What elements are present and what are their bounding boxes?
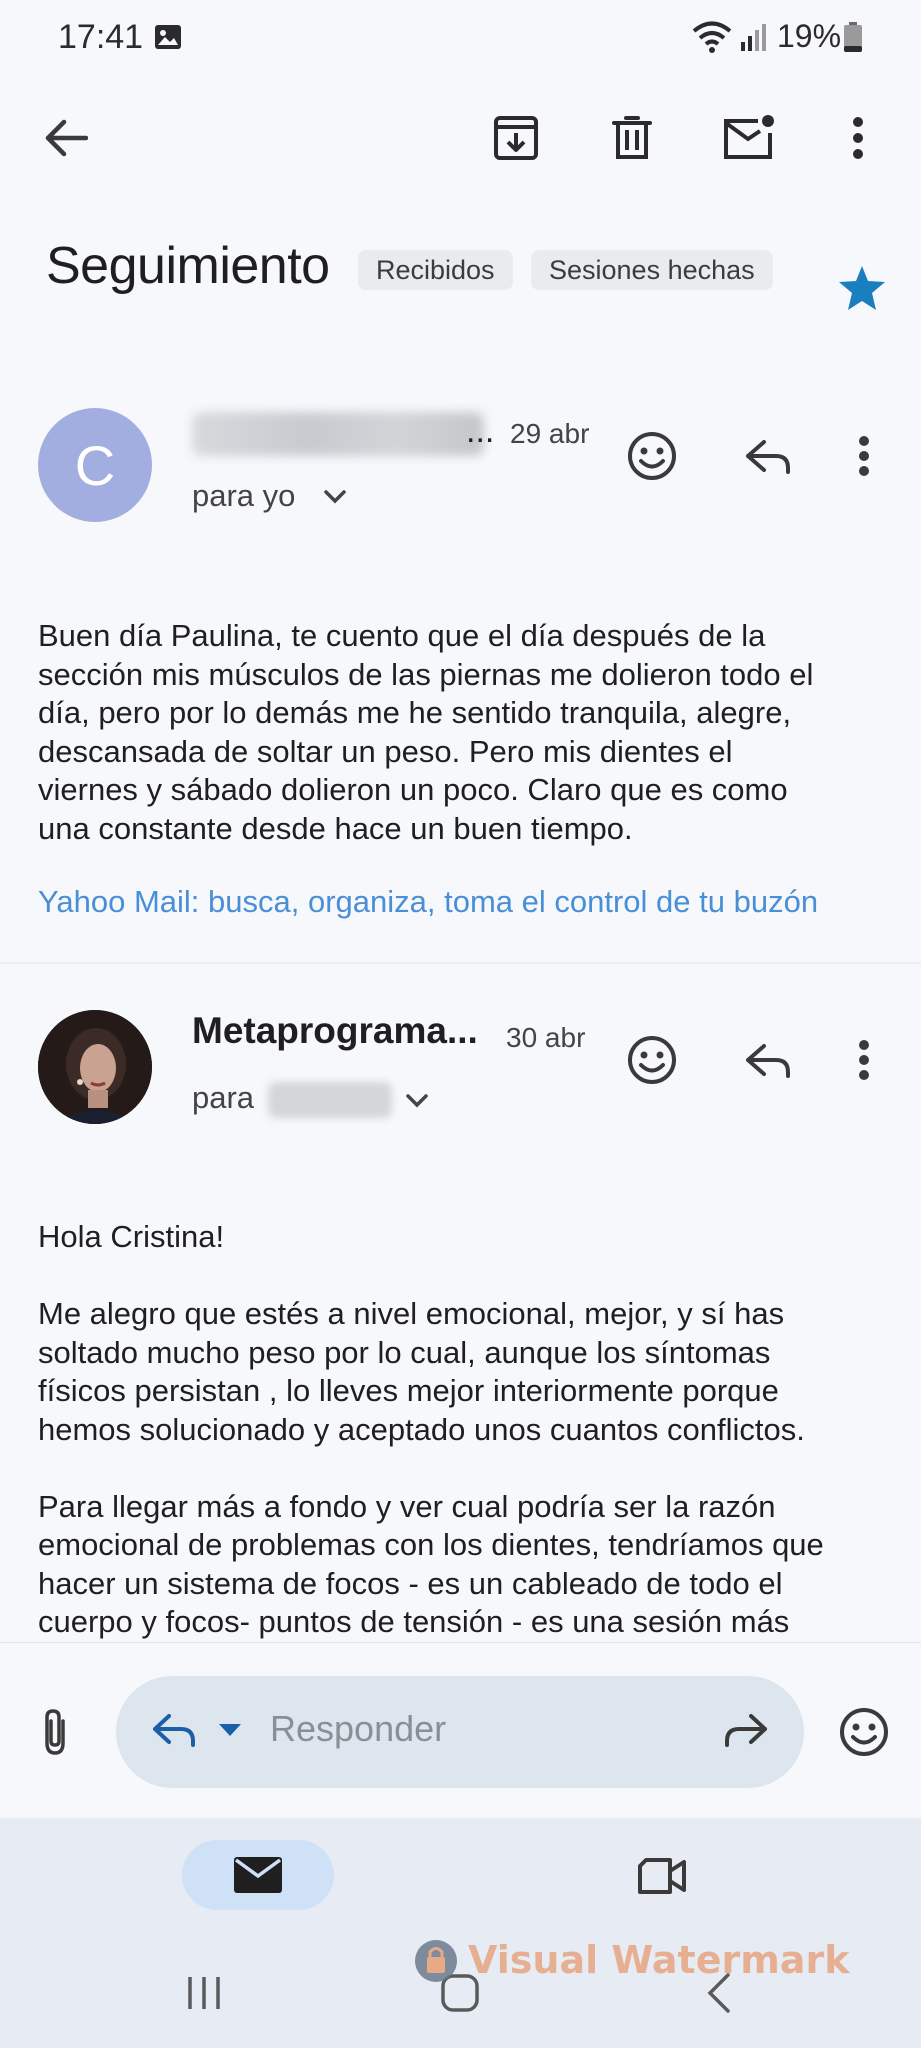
sender-name[interactable]: Metaprograma...: [192, 1010, 478, 1052]
message-divider: [0, 962, 921, 964]
more-vertical-icon: [859, 436, 869, 476]
body-line: una constante desde hace un buen tiempo.: [38, 810, 633, 846]
status-bar: 17:41 19%: [0, 0, 921, 76]
mail-icon: [234, 1857, 282, 1893]
body-line: hemos solucionado y aceptado unos cuanto…: [38, 1411, 805, 1447]
video-camera-icon: [638, 1858, 686, 1894]
recipient-name-blurred: [268, 1082, 392, 1118]
more-vertical-icon: [853, 117, 863, 159]
back-button[interactable]: [36, 108, 96, 168]
reply-icon: [746, 1044, 790, 1078]
watermark-text: Visual Watermark: [468, 1938, 850, 1982]
reply-icon: [746, 440, 790, 474]
reply-mode-dropdown[interactable]: [212, 1712, 248, 1748]
battery-percent: 19%: [777, 18, 842, 54]
image-notification-icon: [155, 25, 181, 49]
attach-button[interactable]: [26, 1700, 84, 1764]
sender-avatar[interactable]: C: [38, 408, 152, 522]
reply-icon: [153, 1714, 195, 1747]
star-button[interactable]: [834, 260, 890, 316]
reply-placeholder[interactable]: Responder: [270, 1708, 446, 1750]
more-vertical-icon: [859, 1040, 869, 1080]
body-line: soltado mucho peso por lo cual, aunque l…: [38, 1334, 771, 1370]
signal-icon: [741, 24, 766, 51]
signature-link[interactable]: Yahoo Mail: busca, organiza, toma el con…: [38, 884, 818, 920]
body-line: viernes y sábado dolieron un poco. Claro…: [38, 772, 788, 807]
message-date: 29 abr: [510, 418, 590, 449]
emoji-icon: [840, 1708, 888, 1756]
recents-icon: [188, 1977, 220, 2009]
message-more-button[interactable]: [836, 426, 892, 486]
emoji-icon: [628, 432, 676, 480]
emoji-icon: [628, 1036, 676, 1084]
more-options-button[interactable]: [830, 108, 886, 168]
caret-down-icon: [219, 1724, 241, 1736]
sender-name-ellipsis: ...: [466, 412, 495, 450]
archive-icon: [494, 116, 538, 160]
star-icon: [839, 266, 885, 310]
body-line: sección mis músculos de las piernas me d…: [38, 656, 814, 692]
wifi-icon: [692, 21, 732, 53]
body-line: emocional de problemas con los dientes, …: [38, 1527, 824, 1562]
emoji-reaction-button[interactable]: [834, 1700, 894, 1764]
label-chip-sessions[interactable]: Sesiones hechas: [531, 250, 773, 290]
body-line: cuerpo y focos- puntos de tensión - es u…: [38, 1604, 790, 1639]
forward-icon: [725, 1714, 767, 1747]
message-date: 30 abr: [506, 1022, 586, 1053]
battery-icon: [844, 22, 862, 52]
reply-button[interactable]: [738, 1030, 798, 1090]
recipient-label[interactable]: para yo: [192, 478, 295, 514]
thread-subject: Seguimiento: [46, 237, 330, 295]
trash-icon: [612, 116, 652, 159]
chevron-down-icon[interactable]: [320, 482, 350, 512]
reaction-button[interactable]: [622, 1030, 682, 1090]
delete-button[interactable]: [602, 108, 662, 168]
mark-unread-icon: [724, 115, 774, 159]
forward-button[interactable]: [716, 1700, 776, 1760]
message-more-button[interactable]: [836, 1030, 892, 1090]
watermark: Visual Watermark: [414, 1932, 849, 1988]
body-line: descansada de soltar un peso. Pero mis d…: [38, 733, 733, 769]
arrow-left-icon: [45, 119, 88, 157]
nav-meet-tab[interactable]: [632, 1848, 692, 1904]
body-line: Hola Cristina!: [38, 1219, 225, 1254]
body-line: físicos persistan , lo lleves mejor inte…: [38, 1373, 779, 1408]
body-line: Me alegro que estés a nivel emocional, m…: [38, 1296, 785, 1331]
body-line: Para llegar más a fondo y ver cual podrí…: [38, 1488, 776, 1524]
bottom-navigation: [0, 1818, 921, 1928]
status-time: 17:41: [58, 18, 144, 56]
archive-button[interactable]: [486, 108, 546, 168]
paperclip-icon: [45, 1709, 65, 1755]
reply-mode-button[interactable]: [144, 1700, 204, 1760]
email-thread-screen: 17:41 19% Seguimiento Recibidos Sesiones…: [0, 0, 921, 2048]
chevron-down-icon[interactable]: [402, 1086, 432, 1116]
mark-unread-button[interactable]: [716, 106, 782, 168]
recipient-label[interactable]: para: [192, 1080, 254, 1116]
message-body: Buen día Paulina, te cuento que el día d…: [38, 617, 888, 848]
lock-watermark-icon: [415, 1940, 457, 1982]
sender-name-blurred: [192, 412, 484, 456]
message-body: Hola Cristina! Me alegro que estés a niv…: [38, 1218, 888, 1642]
body-line: Buen día Paulina, te cuento que el día d…: [38, 618, 766, 653]
body-line: día, pero por lo demás me he sentido tra…: [38, 695, 792, 730]
reply-button[interactable]: [738, 426, 798, 486]
avatar-portrait: [38, 1010, 152, 1124]
label-chip-inbox[interactable]: Recibidos: [358, 250, 513, 290]
reaction-button[interactable]: [622, 426, 682, 486]
sender-avatar-photo[interactable]: [38, 1010, 152, 1124]
recent-apps-button[interactable]: [176, 1968, 232, 2018]
body-line: hacer un sistema de focos - es un cablea…: [38, 1565, 783, 1601]
nav-mail-tab[interactable]: [182, 1840, 334, 1910]
